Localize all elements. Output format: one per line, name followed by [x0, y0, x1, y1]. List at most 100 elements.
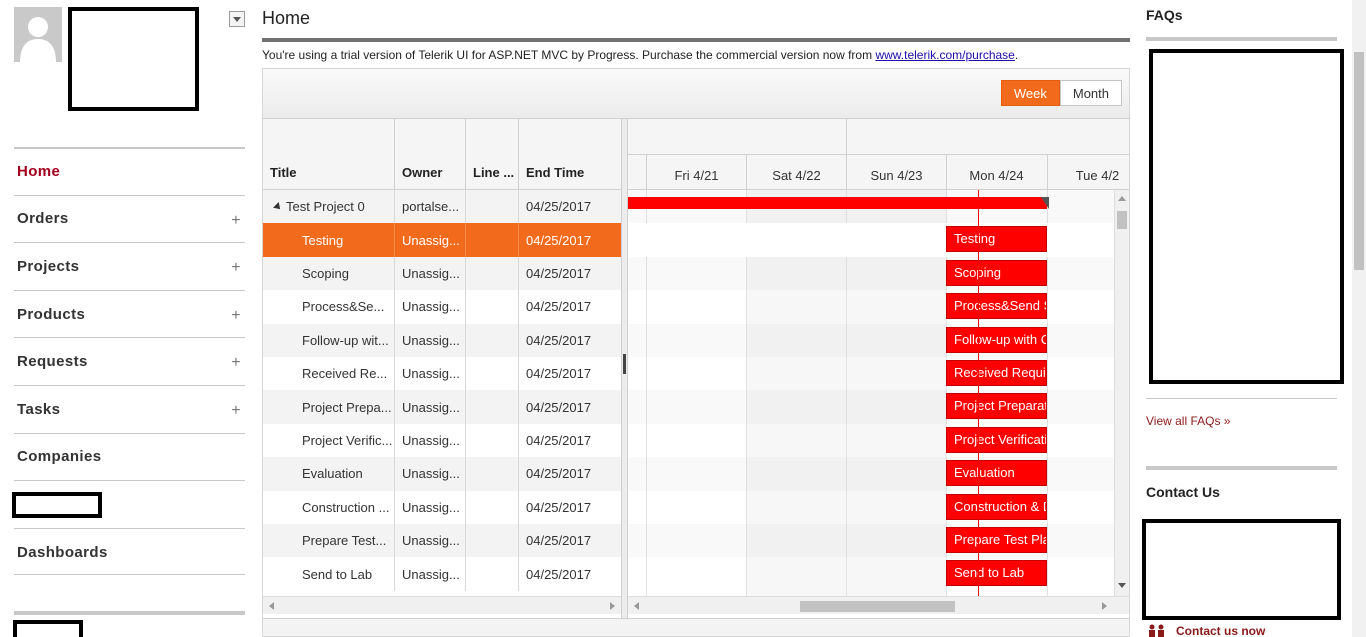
cell-title: Test Project 0	[263, 190, 395, 224]
cell-end: 04/25/2017	[519, 290, 621, 323]
cell-end: 04/25/2017	[519, 557, 621, 590]
scroll-left-arrow-icon[interactable]	[634, 602, 639, 610]
nav-item-dashboards[interactable]: Dashboards	[14, 527, 245, 576]
nav-item-requests[interactable]: Requests +	[14, 337, 245, 385]
cell-end: 04/25/2017	[519, 524, 621, 557]
cell-text: Unassig...	[402, 399, 460, 415]
trial-notice: You're using a trial version of Telerik …	[262, 48, 1018, 62]
column-header-end-time[interactable]: End Time	[519, 119, 621, 190]
scroll-left-arrow-icon[interactable]	[269, 602, 274, 610]
cell-text: Project Verific...	[302, 432, 393, 448]
table-row[interactable]: Project Verific... Unassig... 04/25/2017	[263, 423, 621, 458]
scroll-down-arrow-icon[interactable]	[1118, 583, 1126, 588]
cell-title: Construction ...	[263, 490, 395, 524]
task-bar[interactable]: Testing	[946, 226, 1047, 253]
scroll-right-arrow-icon[interactable]	[610, 602, 615, 610]
timeline-day-header: Fri 4/21 Sat 4/22 Sun 4/23 Mon 4/24 Tue 4/2	[628, 155, 1129, 190]
gantt-toolbar: Week Month	[263, 69, 1129, 119]
nav-item-companies[interactable]: Companies	[14, 432, 245, 481]
table-row[interactable]: Testing Unassig... 04/25/2017	[263, 223, 621, 257]
scroll-right-arrow-icon[interactable]	[1102, 602, 1107, 610]
collapse-dropdown-icon[interactable]	[229, 11, 245, 27]
cell-text: Unassig...	[402, 232, 460, 248]
horizontal-scroll-thumb[interactable]	[800, 601, 955, 612]
task-bar[interactable]: Send to Lab	[946, 560, 1047, 587]
task-bar[interactable]: Prepare Test Pla	[946, 527, 1047, 553]
cell-text: Project Prepa...	[302, 399, 392, 415]
expand-plus-icon[interactable]: +	[231, 212, 241, 230]
page-scroll-thumb[interactable]	[1354, 52, 1364, 270]
page-title: Home	[262, 8, 311, 28]
task-bar[interactable]: Construction & D	[946, 493, 1047, 520]
cell-text: 04/25/2017	[526, 399, 592, 415]
vertical-scroll-thumb[interactable]	[1117, 211, 1127, 229]
table-row[interactable]: Test Project 0 portalse... 04/25/2017	[263, 190, 621, 224]
cell-owner: Unassig...	[395, 557, 466, 591]
summary-task-bar[interactable]	[628, 197, 1049, 209]
treelist-horizontal-scrollbar[interactable]	[263, 596, 621, 614]
nav-item-tasks[interactable]: Tasks +	[14, 384, 245, 433]
table-row[interactable]: Send to Lab Unassig... 04/25/2017	[263, 557, 621, 591]
contact-us-label: Contact us now	[1176, 624, 1266, 637]
column-header-owner[interactable]: Owner	[395, 119, 466, 190]
cell-owner: Unassig...	[395, 490, 466, 524]
collapse-triangle-icon[interactable]	[273, 201, 283, 212]
view-all-faqs-link[interactable]: View all FAQs »	[1146, 414, 1230, 428]
cell-text: Received Re...	[302, 366, 388, 382]
task-bar[interactable]: Received Requir	[946, 360, 1047, 386]
cell-title: Project Prepa...	[263, 390, 395, 424]
gantt-splitter[interactable]	[621, 119, 628, 636]
table-row[interactable]: Prepare Test... Unassig... 04/25/2017	[263, 524, 621, 558]
task-bar[interactable]: Project Preparati	[946, 393, 1047, 420]
column-header-title[interactable]: Title	[263, 119, 395, 190]
left-sidebar: Home Orders + Projects + Products + Requests + Ta…	[0, 0, 250, 637]
expand-plus-icon[interactable]: +	[231, 354, 241, 372]
scroll-up-arrow-icon[interactable]	[1118, 196, 1126, 201]
nav-item-products[interactable]: Products +	[14, 289, 245, 338]
table-row[interactable]: Project Prepa... Unassig... 04/25/2017	[263, 390, 621, 424]
purchase-link[interactable]: www.telerik.com/purchase	[875, 48, 1014, 62]
expand-plus-icon[interactable]: +	[231, 307, 241, 325]
timeline-week-header	[628, 119, 1129, 155]
cell-text: Evaluation	[302, 466, 363, 482]
nav-item-label: Orders	[17, 210, 69, 228]
day-header: Mon 4/24	[946, 155, 1046, 190]
task-bar[interactable]: Evaluation	[946, 460, 1047, 487]
cell-line	[466, 390, 519, 424]
splitter-handle-icon[interactable]	[623, 354, 626, 374]
nav-item-projects[interactable]: Projects +	[14, 242, 245, 290]
view-button-month[interactable]: Month	[1059, 80, 1122, 106]
table-row[interactable]: Construction ... Unassig... 04/25/2017	[263, 490, 621, 524]
table-row[interactable]: Process&Se... Unassig... 04/25/2017	[263, 290, 621, 324]
cell-line	[466, 223, 519, 257]
cell-text: Process&Se...	[302, 299, 385, 315]
redacted-nav-label	[12, 492, 102, 519]
column-header-line[interactable]: Line ...	[466, 119, 519, 190]
expand-plus-icon[interactable]: +	[231, 402, 241, 420]
nav-divider	[14, 574, 245, 575]
nav-item-home[interactable]: Home	[14, 147, 245, 195]
cell-text: 04/25/2017	[526, 332, 592, 348]
view-button-week[interactable]: Week	[1000, 80, 1060, 106]
cell-owner: portalse...	[395, 190, 466, 224]
table-row[interactable]: Follow-up wit... Unassig... 04/25/2017	[263, 323, 621, 357]
cell-line	[466, 323, 519, 357]
table-row[interactable]: Scoping Unassig... 04/25/2017	[263, 256, 621, 291]
nav-item-redacted[interactable]	[12, 480, 245, 528]
task-bar[interactable]: Project Verificatio	[946, 426, 1047, 453]
day-header: Tue 4/2	[1047, 155, 1129, 190]
nav-item-orders[interactable]: Orders +	[14, 194, 245, 243]
expand-plus-icon[interactable]: +	[231, 259, 241, 277]
cell-title: Project Verific...	[263, 423, 395, 458]
page-scrollbar[interactable]	[1352, 0, 1366, 637]
task-bar[interactable]: Scoping	[946, 259, 1047, 286]
table-row[interactable]: Received Re... Unassig... 04/25/2017	[263, 357, 621, 391]
task-bar[interactable]: Follow-up with C	[946, 326, 1047, 353]
timeline-vertical-scrollbar[interactable]	[1114, 190, 1129, 596]
table-row[interactable]: Evaluation Unassig... 04/25/2017	[263, 457, 621, 491]
task-bar[interactable]: Process&Send S	[946, 293, 1047, 320]
avatar[interactable]	[14, 7, 62, 62]
timeline-horizontal-scrollbar[interactable]	[628, 596, 1129, 614]
cell-owner: Unassig...	[395, 524, 466, 558]
contact-us-link[interactable]: Contact us now	[1146, 624, 1265, 637]
